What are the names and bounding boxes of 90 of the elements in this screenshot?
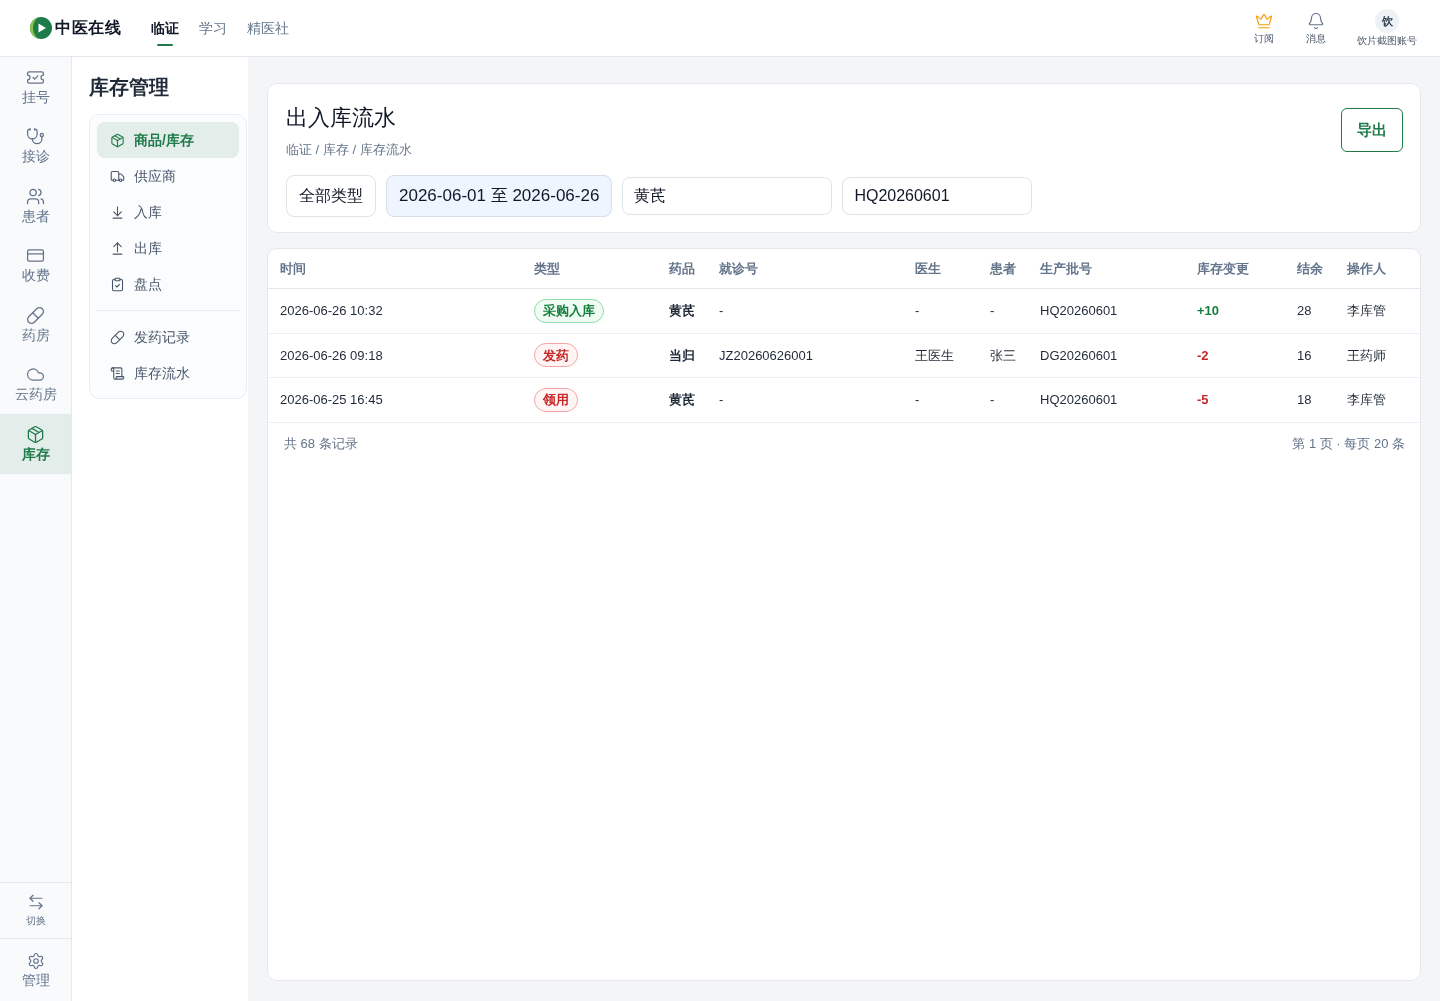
sidebar-item[interactable]: 库存流水 (97, 355, 239, 391)
nav-tab[interactable]: 学习 (199, 0, 227, 56)
stock-change-cell-text: -2 (1197, 346, 1209, 365)
type-tag: 领用 (534, 387, 578, 412)
rail-item[interactable]: 患者 (0, 176, 71, 236)
arrow-up-icon (110, 240, 125, 256)
stock-change-cell-text: -5 (1197, 391, 1209, 409)
export-button[interactable]: 导出 (1341, 108, 1403, 152)
account-button[interactable]: 饮 饮片截图账号 (1357, 9, 1417, 47)
page-title: 出入库流水 (286, 104, 397, 132)
table-cell-text: - (719, 391, 724, 409)
sidebar-item[interactable]: 商品/库存 (97, 122, 239, 158)
table-cell-text: - (915, 302, 920, 320)
box-icon (26, 424, 45, 444)
table-cell-text: 黄芪 (669, 391, 695, 409)
sidebar-item[interactable]: 出库 (97, 230, 239, 266)
stethoscope-icon (26, 127, 45, 147)
pill-icon (110, 329, 125, 345)
rail-item[interactable]: 收费 (0, 235, 71, 295)
rail-item[interactable]: 药房 (0, 295, 71, 355)
table-cell-text: 18 (1297, 391, 1312, 409)
column-header: 药品 (669, 259, 695, 278)
type-select[interactable]: 全部类型 (286, 175, 376, 217)
bell-icon (1307, 11, 1325, 30)
table-cell-text: 黄芪 (669, 302, 695, 320)
table-cell-text: 2026-06-26 10:32 (280, 302, 383, 320)
table-cell-text: HQ20260601 (1040, 391, 1118, 409)
pagination-info: 第 1 页 · 每页 20 条 (1292, 434, 1405, 453)
batch-field[interactable]: HQ20260601 (842, 177, 1033, 215)
column-header: 时间 (280, 259, 306, 278)
rail-item[interactable]: 挂号 (0, 57, 71, 117)
table-cell-text: 王药师 (1347, 346, 1386, 365)
table-cell-text: 2026-06-25 16:45 (280, 391, 383, 409)
nav-tab[interactable]: 临证 (151, 0, 179, 56)
table-cell-text: JZ20260626001 (719, 346, 813, 365)
scroll-icon (110, 365, 125, 381)
rail-item[interactable]: 云药房 (0, 354, 71, 414)
table-cell-text: 28 (1297, 302, 1312, 320)
sidebar-title: 库存管理 (89, 75, 170, 100)
messages-button[interactable]: 消息 (1296, 11, 1336, 45)
column-header: 库存变更 (1197, 259, 1249, 278)
crown-icon (1255, 11, 1273, 30)
table-cell-text: 王医生 (915, 346, 954, 365)
column-header: 患者 (990, 259, 1016, 278)
table-cell-text: - (719, 302, 724, 320)
rail-item[interactable]: 库存 (0, 414, 71, 474)
drug-field[interactable]: 黄芪 (622, 177, 833, 215)
table-cell-text: 李库管 (1347, 302, 1386, 320)
type-tag: 采购入库 (534, 298, 604, 323)
table-cell-text: HQ20260601 (1040, 302, 1118, 320)
table-cell-text: DG20260601 (1040, 346, 1118, 365)
date-range-field[interactable]: 2026-06-01 至 2026-06-26 (386, 175, 613, 217)
table-cell-text: - (915, 391, 920, 409)
rail-item[interactable]: 管理 (0, 938, 71, 1001)
avatar: 饮 (1375, 9, 1399, 33)
sidebar-item[interactable]: 供应商 (97, 158, 239, 194)
sidebar-item[interactable]: 盘点 (97, 266, 239, 302)
table-cell-text: 当归 (669, 346, 695, 365)
column-header: 医生 (915, 259, 941, 278)
arrow-down-icon (110, 204, 125, 220)
truck-icon (110, 168, 125, 184)
rail-item[interactable]: 切换 (0, 882, 71, 938)
column-header: 生产批号 (1040, 259, 1092, 278)
subscribe-button[interactable]: 订阅 (1244, 11, 1284, 45)
rail-item[interactable]: 接诊 (0, 116, 71, 176)
logo-icon (30, 17, 52, 39)
settings-icon (26, 952, 45, 970)
users-icon (26, 186, 45, 206)
breadcrumb: 临证 / 库存 / 库存流水 (286, 141, 412, 159)
box-icon (110, 132, 125, 148)
stock-change-cell-text: +10 (1197, 302, 1220, 320)
arrows-icon (26, 892, 45, 911)
column-header: 操作人 (1347, 259, 1386, 278)
record-count: 共 68 条记录 (284, 434, 358, 453)
table-cell-text: 张三 (990, 346, 1016, 365)
logo-text: 中医在线 (55, 18, 121, 38)
type-tag: 发药 (534, 343, 578, 368)
table-cell-text: 李库管 (1347, 391, 1386, 409)
column-header: 就诊号 (719, 259, 758, 278)
table-cell-text: 16 (1297, 346, 1312, 365)
pill-icon (26, 305, 45, 325)
sidebar-item[interactable]: 入库 (97, 194, 239, 230)
table-cell-text: 2026-06-26 09:18 (280, 346, 383, 365)
column-header: 类型 (534, 259, 560, 278)
table-cell-text: - (990, 302, 995, 320)
nav-tab[interactable]: 精医社 (247, 0, 289, 56)
sidebar-item[interactable]: 发药记录 (97, 319, 239, 355)
column-header: 结余 (1297, 259, 1323, 278)
table-cell-text: - (990, 391, 995, 409)
clipboard-icon (110, 276, 125, 292)
